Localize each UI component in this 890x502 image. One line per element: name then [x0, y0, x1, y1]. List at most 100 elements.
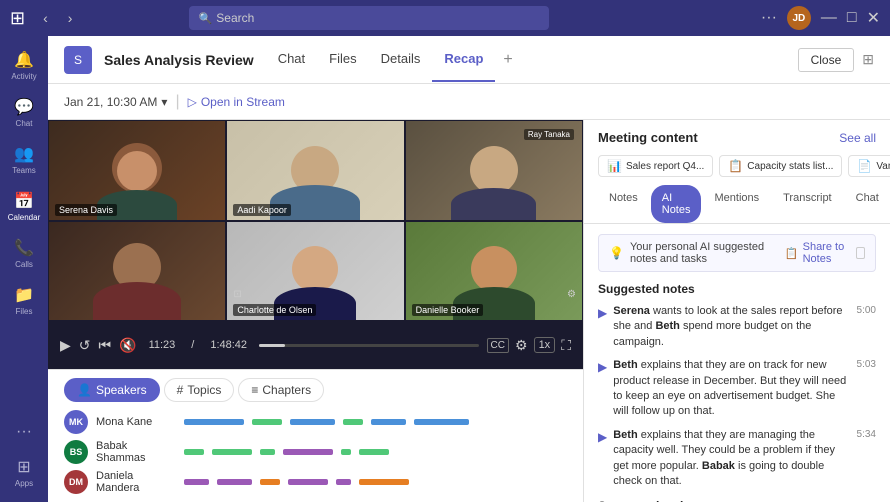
sidebar-item-apps[interactable]: ⊞ Apps	[0, 451, 48, 494]
sidebar-item-calendar[interactable]: 📅 Calendar	[0, 185, 48, 228]
video-cell-carlos	[48, 221, 226, 322]
sidebar-item-calls[interactable]: 📞 Calls	[0, 232, 48, 275]
divider: |	[175, 93, 179, 111]
note-time-3: 5:34	[853, 428, 876, 442]
tab-speakers[interactable]: 👤 Speakers	[64, 378, 160, 402]
file-icon-pitch: 📄	[857, 159, 872, 173]
meeting-content-header: Meeting content See all	[584, 120, 890, 151]
sidebar-item-files[interactable]: 📁 Files	[0, 279, 48, 322]
share-checkbox-icon	[856, 247, 865, 259]
header-right: Close ⊞	[798, 48, 874, 72]
activity-icon: 🔔	[14, 50, 34, 70]
speaker-section: 👤 Speakers # Topics ≡ Chapters	[48, 369, 583, 502]
search-input[interactable]	[216, 11, 538, 25]
see-all-link[interactable]: See all	[839, 131, 876, 145]
ai-tab-transcript[interactable]: Transcript	[772, 185, 843, 223]
fullscreen-button[interactable]: ⛶	[561, 337, 571, 354]
tab-topics[interactable]: # Topics	[164, 378, 235, 402]
restart-button[interactable]: ↺	[79, 337, 91, 354]
sidebar-item-chat[interactable]: 💬 Chat	[0, 91, 48, 134]
files-label: Files	[16, 307, 33, 316]
video-controls-overlay[interactable]: ⊡	[233, 289, 241, 300]
note-bullet-1: ▶	[598, 305, 607, 322]
file-chip-pitch[interactable]: 📄 VanArsdelPitchDe...	[848, 155, 890, 177]
expand-icon[interactable]: ⊞	[862, 51, 874, 68]
meeting-content-title: Meeting content	[598, 130, 698, 145]
mute-button[interactable]: 🔇	[119, 337, 136, 354]
video-cell-serena: Serena Davis	[48, 120, 226, 221]
captions-button[interactable]: CC	[487, 338, 509, 353]
tab-chapters[interactable]: ≡ Chapters	[238, 378, 324, 402]
teams-label: Teams	[12, 166, 36, 175]
settings-button[interactable]: ⚙	[515, 337, 528, 354]
sidebar-item-more[interactable]: ···	[0, 417, 48, 447]
progress-fill	[259, 344, 285, 347]
video-cell-danielle: Danielle Booker ⚙	[405, 221, 583, 322]
share-notes-button[interactable]: 📋 Share to Notes	[785, 241, 865, 265]
chat-icon: 💬	[14, 97, 34, 117]
progress-bar[interactable]	[259, 344, 479, 347]
play-button[interactable]: ▶	[60, 337, 71, 354]
file-chip-capacity[interactable]: 📋 Capacity stats list...	[719, 155, 842, 177]
ai-tab-mentions[interactable]: Mentions	[703, 185, 770, 223]
more-options-icon[interactable]: ···	[761, 9, 777, 27]
sidebar: 🔔 Activity 💬 Chat 👥 Teams 📅 Calendar 📞 C…	[0, 36, 48, 502]
speaker-row-babak: BS Babak Shammas	[64, 440, 567, 464]
file-chip-sales[interactable]: 📊 Sales report Q4...	[598, 155, 713, 177]
meeting-title: Sales Analysis Review	[104, 52, 254, 68]
speed-control[interactable]: 1x	[534, 337, 556, 353]
main-content: Serena Davis Aadi Kapoor	[48, 120, 890, 502]
apps-label: Apps	[15, 479, 33, 488]
teams-logo: ⊞	[10, 8, 25, 29]
avatar[interactable]: JD	[787, 6, 811, 30]
top-bar-right: ··· JD — □ ✕	[761, 6, 880, 30]
video-grid: Serena Davis Aadi Kapoor	[48, 120, 583, 321]
note-bullet-3: ▶	[598, 429, 607, 446]
forward-button[interactable]: ›	[62, 8, 79, 28]
avatar-daniela: DM	[64, 470, 88, 494]
add-tab-button[interactable]: +	[495, 51, 520, 69]
search-bar[interactable]: 🔍	[189, 6, 549, 30]
app-layout: 🔔 Activity 💬 Chat 👥 Teams 📅 Calendar 📞 C…	[0, 36, 890, 502]
bars-babak	[184, 449, 567, 455]
suggested-notes-title: Suggested notes	[598, 282, 876, 296]
sidebar-item-teams[interactable]: 👥 Teams	[0, 138, 48, 181]
open-stream-button[interactable]: ▷ Open in Stream	[188, 95, 285, 109]
tab-recap[interactable]: Recap	[432, 37, 495, 82]
calls-label: Calls	[15, 260, 33, 269]
note-item-1: ▶ Serena wants to look at the sales repo…	[598, 304, 876, 350]
ai-tab-notes[interactable]: Notes	[598, 185, 649, 223]
topics-icon: #	[177, 383, 184, 397]
meeting-icon: S	[64, 46, 92, 74]
minimize-icon[interactable]: —	[821, 9, 837, 27]
speakers-icon: 👤	[77, 383, 92, 397]
speaker-tabs: 👤 Speakers # Topics ≡ Chapters	[64, 378, 567, 402]
file-name-pitch: VanArsdelPitchDe...	[876, 161, 890, 172]
ai-tab-ai-notes[interactable]: AI Notes	[651, 185, 702, 223]
file-name-capacity: Capacity stats list...	[747, 161, 833, 172]
chapters-label: Chapters	[262, 383, 311, 397]
participant-name-serena: Serena Davis	[55, 204, 117, 216]
danielle-badge: ⚙	[567, 289, 576, 300]
bars-daniela	[184, 479, 567, 485]
sidebar-item-activity[interactable]: 🔔 Activity	[0, 44, 48, 87]
back-button[interactable]: ‹	[37, 8, 54, 28]
tab-chat[interactable]: Chat	[266, 37, 317, 82]
ai-icon: 💡	[609, 246, 624, 260]
close-icon[interactable]: ✕	[867, 8, 880, 28]
ai-tab-chat[interactable]: Chat	[845, 185, 890, 223]
content-area: S Sales Analysis Review Chat Files Detai…	[48, 36, 890, 502]
stream-label: Open in Stream	[201, 95, 285, 109]
skip-back-button[interactable]: ⏮	[99, 337, 112, 354]
apps-icon: ⊞	[17, 457, 30, 477]
video-cell-charlotte: Charlotte de Olsen ⊡	[226, 221, 404, 322]
note-bullet-2: ▶	[598, 359, 607, 376]
date-selector[interactable]: Jan 21, 10:30 AM ▾	[64, 95, 167, 109]
time-total: 1:48:42	[210, 339, 247, 351]
maximize-icon[interactable]: □	[847, 9, 857, 27]
tab-details[interactable]: Details	[369, 37, 433, 82]
close-button[interactable]: Close	[798, 48, 855, 72]
note-item-2: ▶ Beth explains that they are on track f…	[598, 358, 876, 420]
bars-mona	[184, 419, 567, 425]
tab-files[interactable]: Files	[317, 37, 368, 82]
